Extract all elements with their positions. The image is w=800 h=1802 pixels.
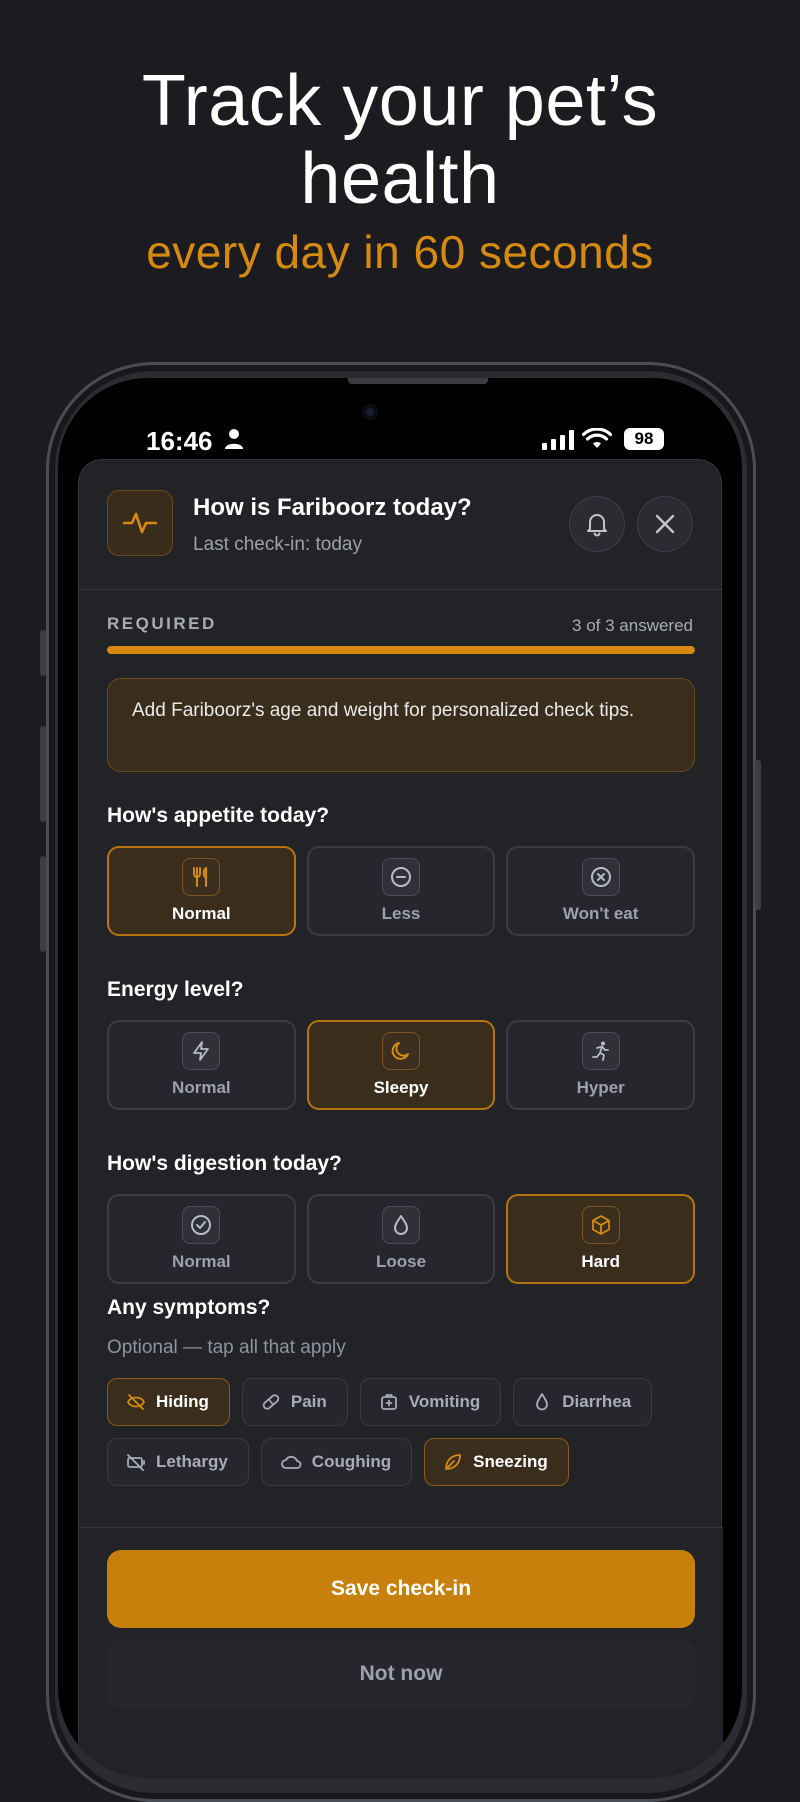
eye-off-icon: [126, 1394, 146, 1410]
close-button[interactable]: [637, 496, 693, 552]
energy-option-sleepy[interactable]: Sleepy: [306, 1020, 496, 1110]
appetite-question: How's appetite today?: [107, 804, 330, 827]
chip-label: Pain: [290, 1392, 327, 1411]
symptom-chips: Hiding Pain Vomiting Diarrhea Lethargy C…: [107, 1378, 707, 1486]
required-progress-bar: [107, 646, 695, 654]
digestion-option-loose[interactable]: Loose: [306, 1194, 496, 1284]
person-icon: [225, 429, 243, 449]
phone-power-button: [755, 760, 761, 910]
pill-icon: [262, 1394, 280, 1410]
option-label: Won't eat: [562, 904, 639, 923]
droplet-icon: [382, 1206, 420, 1244]
wifi-icon: [582, 428, 612, 448]
option-label: Sleepy: [373, 1078, 429, 1097]
profile-tip-banner[interactable]: Add Fariboorz's age and weight for perso…: [107, 678, 695, 772]
option-label: Normal: [172, 1078, 231, 1097]
checkin-sheet: How is Fariboorz today? Last check-in: t…: [78, 459, 723, 1778]
energy-options: Normal Sleepy Hyper: [107, 1020, 696, 1110]
symptoms-question: Any symptoms?: [107, 1296, 271, 1319]
battery-off-icon: [127, 1454, 145, 1471]
bolt-icon: [182, 1032, 221, 1070]
sheet-subtitle: Last check-in: today: [193, 534, 362, 555]
pulse-icon: [107, 490, 173, 556]
chip-label: Hiding: [156, 1392, 209, 1411]
phone-screen: 16:46 98 How is Fariboorz today? Last ch…: [58, 378, 742, 1778]
headline-line-1: Track your pet’s: [141, 61, 659, 141]
required-label: REQUIRED: [107, 614, 217, 633]
symptom-chip-vomiting[interactable]: Vomiting: [359, 1378, 502, 1426]
close-icon: [655, 514, 675, 534]
moon-icon: [382, 1032, 420, 1070]
marketing-headline: Track your pet’s health every day in 60 …: [0, 62, 800, 280]
cloud-icon: [280, 1455, 302, 1469]
appetite-option-normal[interactable]: Normal: [107, 846, 296, 936]
running-icon: [581, 1032, 620, 1070]
chip-label: Vomiting: [408, 1392, 481, 1411]
bell-icon: [587, 514, 607, 537]
symptom-chip-coughing[interactable]: Coughing: [260, 1438, 413, 1486]
headline-accent: every day in 60 seconds: [146, 226, 654, 278]
sheet-footer: Save check-in Not now: [79, 1527, 723, 1778]
appetite-options: Normal Less Won't eat: [107, 846, 696, 936]
status-time: 16:46: [146, 426, 213, 456]
energy-option-normal[interactable]: Normal: [107, 1020, 296, 1110]
chip-label: Lethargy: [156, 1452, 228, 1471]
symptom-chip-diarrhea[interactable]: Diarrhea: [513, 1378, 653, 1426]
x-circle-icon: [581, 858, 620, 896]
symptoms-subtitle: Optional — tap all that apply: [107, 1337, 346, 1358]
chip-label: Diarrhea: [562, 1392, 632, 1411]
status-bar: 16:46 98: [58, 378, 742, 458]
chip-label: Coughing: [311, 1452, 392, 1471]
option-label: Hyper: [576, 1078, 625, 1097]
phone-mute-switch: [40, 630, 46, 676]
option-label: Less: [381, 904, 421, 923]
headline-line-2: health: [300, 139, 500, 219]
first-aid-icon: [380, 1394, 397, 1410]
signal-icon: [542, 430, 574, 450]
answered-count: 3 of 3 answered: [572, 616, 693, 635]
digestion-options: Normal Loose Hard: [107, 1194, 696, 1284]
check-circle-icon: [182, 1206, 221, 1244]
sheet-header: How is Fariboorz today? Last check-in: t…: [79, 460, 723, 590]
energy-question: Energy level?: [107, 978, 244, 1001]
digestion-question: How's digestion today?: [107, 1152, 342, 1175]
option-label: Normal: [172, 1252, 231, 1271]
symptom-chip-sneezing[interactable]: Sneezing: [424, 1438, 569, 1486]
droplet-icon: [536, 1393, 549, 1411]
progress-fill: [107, 646, 695, 654]
symptom-chip-pain[interactable]: Pain: [241, 1378, 348, 1426]
leaf-icon: [445, 1454, 462, 1470]
appetite-option-wont-eat[interactable]: Won't eat: [506, 846, 696, 936]
phone-volume-up: [40, 726, 46, 822]
symptom-chip-hiding[interactable]: Hiding: [107, 1378, 230, 1426]
battery-indicator: 98: [624, 428, 664, 450]
option-label: Loose: [375, 1252, 427, 1271]
phone-volume-down: [40, 856, 46, 952]
appetite-option-less[interactable]: Less: [306, 846, 496, 936]
save-checkin-button[interactable]: Save check-in: [107, 1550, 695, 1628]
chip-label: Sneezing: [473, 1452, 548, 1471]
option-label: Normal: [172, 904, 231, 923]
not-now-button[interactable]: Not now: [107, 1640, 695, 1708]
option-label: Hard: [581, 1252, 621, 1271]
cube-icon: [581, 1206, 620, 1244]
energy-option-hyper[interactable]: Hyper: [506, 1020, 696, 1110]
symptom-chip-lethargy[interactable]: Lethargy: [107, 1438, 249, 1486]
digestion-option-hard[interactable]: Hard: [506, 1194, 696, 1284]
fork-knife-icon: [182, 858, 221, 896]
reminder-button[interactable]: [569, 496, 625, 552]
minus-circle-icon: [382, 858, 420, 896]
digestion-option-normal[interactable]: Normal: [107, 1194, 296, 1284]
sheet-title: How is Fariboorz today?: [193, 494, 472, 521]
